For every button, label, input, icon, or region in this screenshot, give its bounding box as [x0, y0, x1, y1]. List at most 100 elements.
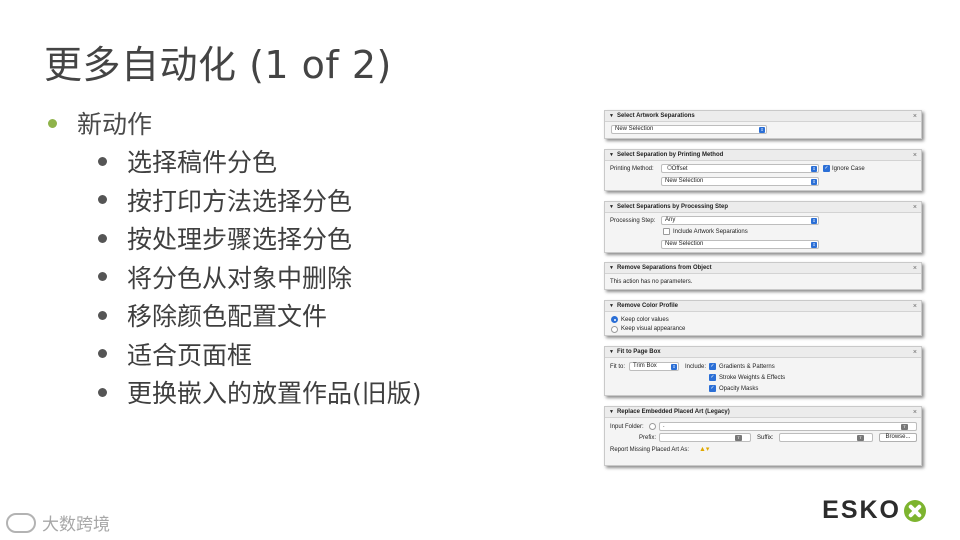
browse-button[interactable]: Browse...: [879, 433, 917, 442]
panel-title: Select Separation by Printing Method: [616, 152, 724, 158]
keep-visual-appearance-label: Keep visual appearance: [621, 326, 686, 332]
collapse-icon[interactable]: ▼: [609, 204, 614, 210]
selection-value: New Selection: [665, 178, 704, 184]
list-item: 将分色从对象中删除: [98, 258, 422, 297]
input-folder-field[interactable]: . T: [659, 422, 917, 431]
processing-step-dropdown[interactable]: Any ⇕: [661, 216, 819, 225]
prefix-field[interactable]: T: [659, 433, 751, 442]
report-missing-label: Report Missing Placed Art As:: [610, 447, 690, 453]
fit-to-label: Fit to:: [610, 364, 626, 370]
keep-color-values-label: Keep color values: [621, 317, 669, 323]
panel-header[interactable]: ▼ Select Separations by Processing Step …: [605, 202, 921, 213]
input-folder-value: .: [663, 423, 665, 429]
collapse-icon[interactable]: ▼: [609, 409, 614, 415]
esko-logo: ESKO: [822, 496, 926, 525]
watermark: 大数跨境: [6, 510, 110, 535]
panel-fit-to-page-box: ▼ Fit to Page Box × Fit to: Trim Box ⇕ I…: [604, 346, 922, 396]
panel-header[interactable]: ▼ Fit to Page Box ×: [605, 347, 921, 358]
slide-title: 更多自动化 (1 of 2): [44, 43, 392, 87]
close-icon[interactable]: ×: [913, 113, 917, 120]
fit-to-value: Trim Box: [633, 363, 657, 369]
printing-method-value: Offset: [671, 166, 688, 172]
chevron-updown-icon: ⇕: [811, 218, 817, 224]
sub-bullet-list: 选择稿件分色 按打印方法选择分色 按处理步骤选择分色 将分色从对象中删除 移除颜…: [98, 142, 422, 412]
bullet-dot-icon: [98, 233, 107, 243]
bullet-dot-icon: [98, 349, 107, 359]
list-item: 更换嵌入的放置作品(旧版): [98, 373, 422, 412]
list-item-text: 更换嵌入的放置作品(旧版): [127, 379, 422, 409]
collapse-icon[interactable]: ▼: [609, 303, 614, 309]
panel-title: Fit to Page Box: [616, 349, 661, 355]
stroke-weights-checkbox[interactable]: ✓: [709, 374, 716, 381]
collapse-icon[interactable]: ▼: [609, 152, 614, 158]
info-icon: [649, 423, 656, 430]
panel-select-artwork-separations: ▼ Select Artwork Separations × New Selec…: [604, 110, 922, 139]
list-item-text: 按处理步骤选择分色: [127, 225, 353, 255]
collapse-icon[interactable]: ▼: [609, 349, 614, 355]
close-icon[interactable]: ×: [913, 204, 917, 211]
close-icon[interactable]: ×: [913, 303, 917, 310]
close-icon[interactable]: ×: [913, 349, 917, 356]
processing-step-label: Processing Step:: [610, 218, 656, 224]
warning-icon[interactable]: ▲▾: [699, 445, 709, 453]
panel-separations-by-processing-step: ▼ Select Separations by Processing Step …: [604, 201, 922, 253]
suffix-label: Suffix:: [757, 435, 774, 441]
keep-color-values-radio[interactable]: [611, 316, 618, 323]
variable-icon: T: [857, 435, 864, 441]
chevron-updown-icon: ⇕: [759, 127, 765, 133]
panel-header[interactable]: ▼ Select Artwork Separations ×: [605, 111, 921, 122]
bullet-dot-icon: [98, 272, 107, 282]
suffix-field[interactable]: T: [779, 433, 873, 442]
chevron-updown-icon: ⇕: [811, 166, 817, 172]
panel-separation-by-printing-method: ▼ Select Separation by Printing Method ×…: [604, 149, 922, 191]
selection-dropdown[interactable]: New Selection ⇕: [661, 177, 819, 186]
bullet-list: 新动作 选择稿件分色 按打印方法选择分色 按处理步骤选择分色 将分色从对象中删除…: [48, 104, 422, 412]
panel-remove-color-profile: ▼ Remove Color Profile × Keep color valu…: [604, 300, 922, 336]
panel-header[interactable]: ▼ Select Separation by Printing Method ×: [605, 150, 921, 161]
include-artwork-label: Include Artwork Separations: [673, 229, 748, 235]
selection-dropdown[interactable]: New Selection ⇕: [661, 240, 819, 249]
keep-visual-appearance-radio[interactable]: [611, 326, 618, 333]
processing-step-value: Any: [665, 217, 676, 223]
stroke-weights-label: Stroke Weights & Effects: [719, 375, 786, 381]
selection-value: New Selection: [665, 241, 704, 247]
bullet-main: 新动作: [48, 104, 422, 142]
panel-header[interactable]: ▼ Replace Embedded Placed Art (Legacy) ×: [605, 407, 921, 418]
list-item: 移除颜色配置文件: [98, 296, 422, 335]
chevron-updown-icon: ⇕: [811, 179, 817, 185]
bullet-dot-icon: [98, 387, 107, 397]
panel-header[interactable]: ▼ Remove Separations from Object ×: [605, 263, 921, 274]
watermark-logo-icon: [6, 512, 36, 533]
include-label: Include:: [685, 364, 707, 370]
bullet-dot-icon: [48, 118, 57, 128]
close-icon[interactable]: ×: [913, 265, 917, 272]
opacity-masks-label: Opacity Masks: [719, 386, 759, 392]
list-item: 按打印方法选择分色: [98, 181, 422, 220]
collapse-icon[interactable]: ▼: [609, 265, 614, 271]
collapse-icon[interactable]: ▼: [609, 113, 614, 119]
panel-header[interactable]: ▼ Remove Color Profile ×: [605, 301, 921, 312]
list-item: 按处理步骤选择分色: [98, 219, 422, 258]
panel-title: Select Separations by Processing Step: [616, 204, 728, 210]
chevron-updown-icon: ⇕: [811, 242, 817, 248]
list-item-text: 适合页面框: [127, 340, 253, 370]
include-artwork-checkbox[interactable]: [663, 228, 670, 235]
bullet-main-text: 新动作: [77, 110, 153, 139]
variable-icon: T: [735, 435, 742, 441]
panel-title: Replace Embedded Placed Art (Legacy): [616, 409, 730, 415]
ignore-case-checkbox[interactable]: ✓: [823, 165, 830, 172]
esko-mark-icon: [904, 499, 926, 522]
printing-method-dropdown[interactable]: Offset ⇕: [661, 164, 819, 173]
fit-to-dropdown[interactable]: Trim Box ⇕: [629, 362, 679, 371]
panel-title: Select Artwork Separations: [616, 113, 695, 119]
bullet-dot-icon: [98, 156, 107, 166]
selection-dropdown[interactable]: New Selection ⇕: [611, 125, 767, 134]
close-icon[interactable]: ×: [913, 409, 917, 416]
chevron-updown-icon: ⇕: [671, 364, 677, 370]
panel-title: Remove Separations from Object: [616, 265, 712, 271]
close-icon[interactable]: ×: [913, 152, 917, 159]
radio-icon: [667, 165, 672, 170]
list-item-text: 将分色从对象中删除: [127, 263, 353, 293]
opacity-masks-checkbox[interactable]: ✓: [709, 385, 716, 392]
gradients-checkbox[interactable]: ✓: [709, 363, 716, 370]
